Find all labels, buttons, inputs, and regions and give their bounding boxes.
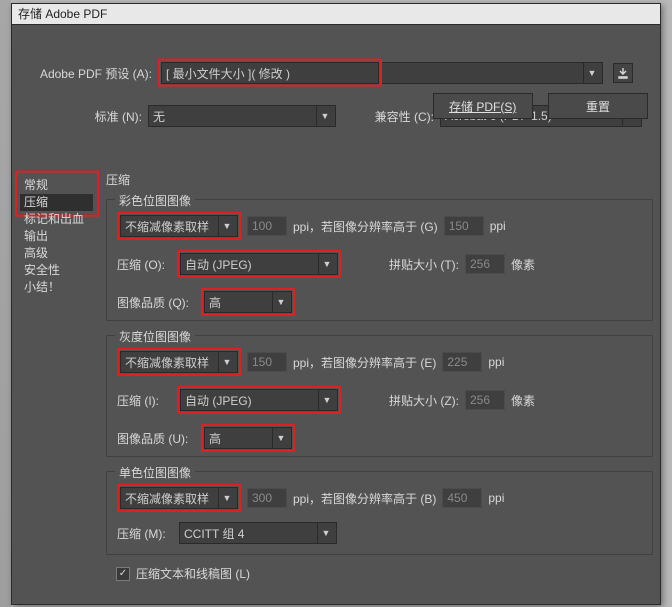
gray-ppi-unit: ppi，若图像分辨率高于 (E): [293, 354, 436, 371]
gray-above-input[interactable]: 225: [442, 352, 482, 372]
gray-comp-label: 压缩 (I):: [117, 392, 173, 409]
reset-button[interactable]: 重置: [548, 93, 648, 119]
color-quality-select[interactable]: 高 ▼: [204, 291, 292, 313]
mono-downsample-select[interactable]: 不缩减像素取样 ▼: [120, 487, 238, 509]
mono-comp-label: 压缩 (M):: [117, 525, 173, 542]
chevron-down-icon: ▼: [317, 523, 334, 543]
gray-comp-select[interactable]: 自动 (JPEG) ▼: [180, 389, 338, 411]
chevron-down-icon: ▼: [218, 488, 235, 508]
standard-value: 无: [153, 108, 165, 125]
gray-downsample-select[interactable]: 不缩减像素取样 ▼: [120, 351, 238, 373]
chevron-down-icon: ▼: [318, 254, 335, 274]
chevron-down-icon: ▼: [218, 352, 235, 372]
save-preset-button[interactable]: [613, 63, 633, 83]
chevron-down-icon: ▼: [318, 390, 335, 410]
color-ppi-unit: ppi，若图像分辨率高于 (G): [293, 218, 438, 235]
gray-comp-value: 自动 (JPEG): [185, 392, 252, 409]
mono-comp-value: CCITT 组 4: [184, 525, 244, 542]
color-comp-select[interactable]: 自动 (JPEG) ▼: [180, 253, 338, 275]
color-above-input[interactable]: 150: [444, 216, 484, 236]
color-bitmap-frame: 彩色位图图像 不缩减像素取样 ▼ 100 ppi，若图像分辨率高于 (G) 15…: [106, 199, 653, 321]
color-tile-input[interactable]: 256: [465, 254, 505, 274]
tab-general[interactable]: 常规: [20, 177, 93, 194]
color-downsample-select[interactable]: 不缩减像素取样 ▼: [120, 215, 238, 237]
color-comp-label: 压缩 (O):: [117, 256, 173, 273]
tab-marks[interactable]: 标记和出血: [20, 211, 93, 228]
chevron-down-icon: ▼: [218, 216, 235, 236]
gray-bitmap-frame: 灰度位图图像 不缩减像素取样 ▼ 150 ppi，若图像分辨率高于 (E) 22…: [106, 335, 653, 457]
mono-ppi-unit: ppi，若图像分辨率高于 (B): [293, 490, 436, 507]
chevron-down-icon: ▼: [316, 106, 333, 126]
tab-summary[interactable]: 小结！: [20, 279, 93, 296]
tab-compression[interactable]: 压缩: [20, 194, 93, 211]
mono-legend: 单色位图图像: [115, 464, 195, 481]
compress-text-row: ✓ 压缩文本和线稿图 (L): [116, 565, 250, 582]
mono-comp-select[interactable]: CCITT 组 4 ▼: [179, 522, 337, 544]
gray-quality-label: 图像品质 (U):: [117, 430, 197, 447]
preset-value: [ 最小文件大小 ]( 修改 ): [166, 65, 290, 82]
reset-label: 重置: [586, 98, 610, 115]
gray-tile-input[interactable]: 256: [465, 390, 505, 410]
mono-bitmap-frame: 单色位图图像 不缩减像素取样 ▼ 300 ppi，若图像分辨率高于 (B) 45…: [106, 471, 653, 555]
mono-above-input[interactable]: 450: [442, 488, 482, 508]
tab-advanced[interactable]: 高级: [20, 245, 93, 262]
gray-quality-value: 高: [209, 430, 221, 447]
save-pdf-label: 存储 PDF(S): [449, 98, 516, 115]
standard-select[interactable]: 无 ▼: [148, 105, 336, 127]
chevron-down-icon: ▼: [583, 63, 600, 83]
gray-tile-label: 拼贴大小 (Z):: [389, 392, 459, 409]
preset-label: Adobe PDF 预设 (A):: [12, 65, 152, 82]
color-quality-label: 图像品质 (Q):: [117, 294, 197, 311]
mono-above-unit: ppi: [488, 491, 504, 505]
color-ppi-input[interactable]: 100: [247, 216, 287, 236]
preset-select[interactable]: [ 最小文件大小 ]( 修改 ): [161, 62, 379, 84]
chevron-down-icon: ▼: [272, 428, 289, 448]
gray-downsample-value: 不缩减像素取样: [125, 354, 209, 371]
color-quality-value: 高: [209, 294, 221, 311]
color-tile-label: 拼贴大小 (T):: [389, 256, 459, 273]
mono-ppi-input[interactable]: 300: [247, 488, 287, 508]
gray-legend: 灰度位图图像: [115, 328, 195, 345]
section-heading: 压缩: [106, 171, 130, 188]
color-legend: 彩色位图图像: [115, 192, 195, 209]
tab-security[interactable]: 安全性: [20, 262, 93, 279]
save-pdf-dialog: 存储 Adobe PDF Adobe PDF 预设 (A): [ 最小文件大小 …: [11, 3, 661, 605]
download-preset-icon: [617, 67, 629, 79]
compress-text-label: 压缩文本和线稿图 (L): [136, 565, 250, 582]
tab-output[interactable]: 输出: [20, 228, 93, 245]
compat-label: 兼容性 (C):: [348, 108, 434, 125]
dialog-title: 存储 Adobe PDF: [12, 4, 660, 25]
chevron-down-icon: ▼: [272, 292, 289, 312]
save-pdf-button[interactable]: 存储 PDF(S): [433, 93, 533, 119]
color-comp-value: 自动 (JPEG): [185, 256, 252, 273]
gray-tile-unit: 像素: [511, 392, 535, 409]
gray-quality-select[interactable]: 高 ▼: [204, 427, 292, 449]
color-tile-unit: 像素: [511, 256, 535, 273]
gray-ppi-input[interactable]: 150: [247, 352, 287, 372]
gray-above-unit: ppi: [488, 355, 504, 369]
mono-downsample-value: 不缩减像素取样: [125, 490, 209, 507]
category-tabs: 常规 压缩 标记和出血 输出 高级 安全性 小结！: [20, 177, 93, 296]
color-downsample-value: 不缩减像素取样: [125, 218, 209, 235]
standard-label: 标准 (N):: [12, 108, 142, 125]
preset-select-ext[interactable]: ▼: [382, 62, 603, 84]
compress-text-checkbox[interactable]: ✓: [116, 567, 130, 581]
color-above-unit: ppi: [490, 219, 506, 233]
